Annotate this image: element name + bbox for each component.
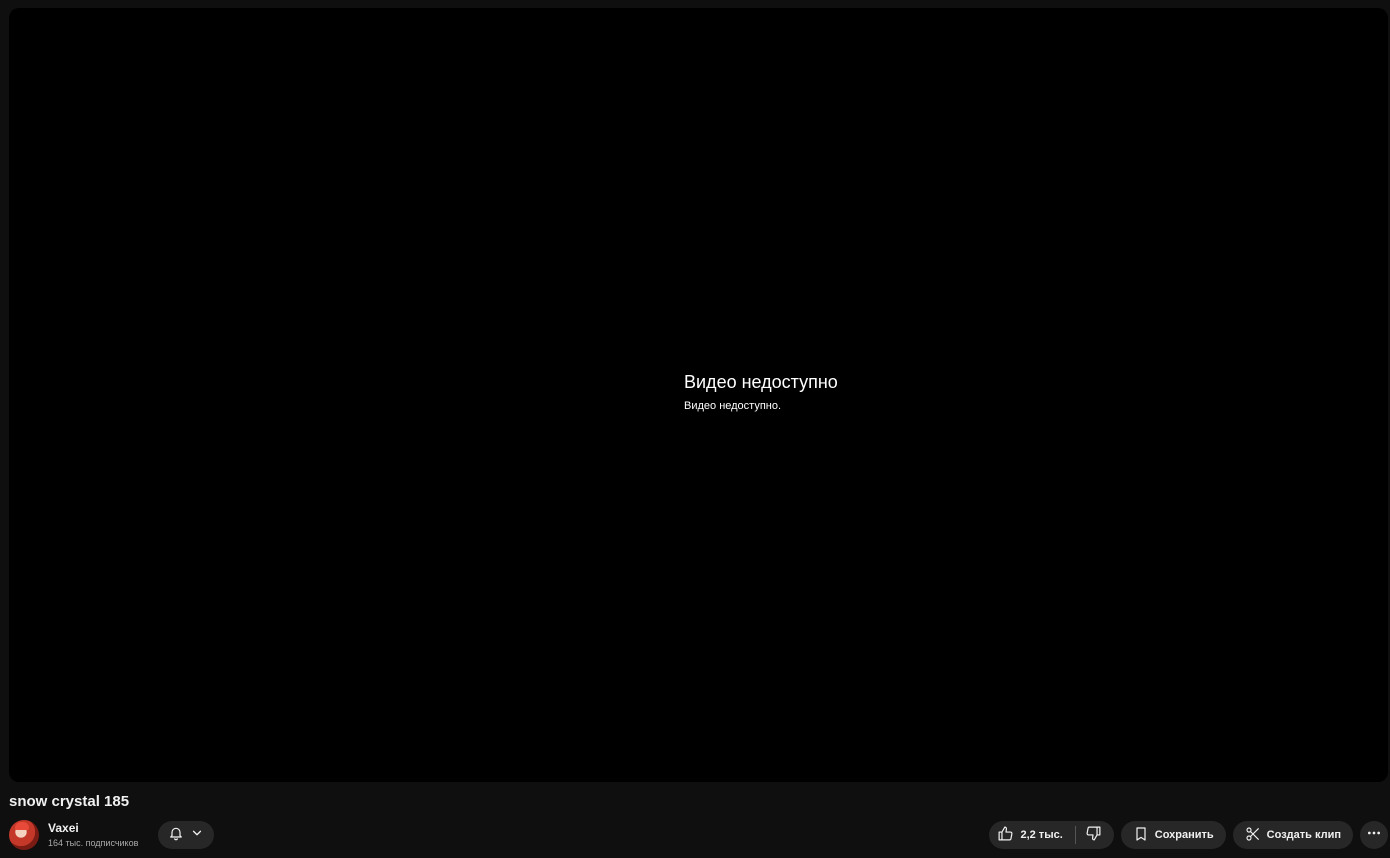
- channel-name[interactable]: Vaxei: [48, 820, 138, 836]
- like-button[interactable]: 2,2 тыс.: [989, 821, 1074, 849]
- save-label: Сохранить: [1154, 829, 1214, 841]
- save-button[interactable]: Сохранить: [1120, 821, 1226, 849]
- bell-icon: [168, 825, 184, 846]
- actions-bar: 2,2 тыс. Сохранить Создать клип: [989, 821, 1388, 849]
- channel-info: Vaxei 164 тыс. подписчиков: [48, 820, 138, 850]
- like-count: 2,2 тыс.: [1020, 829, 1063, 841]
- video-player[interactable]: Видео недоступно Видео недоступно.: [9, 8, 1388, 782]
- channel-owner-row: Vaxei 164 тыс. подписчиков: [9, 818, 215, 852]
- scissors-icon: [1245, 826, 1261, 845]
- more-actions-button[interactable]: [1360, 821, 1388, 849]
- thumbs-down-icon: [1085, 825, 1102, 845]
- unavailable-title: Видео недоступно: [684, 372, 838, 392]
- like-dislike-group: 2,2 тыс.: [989, 821, 1114, 849]
- clip-label: Создать клип: [1266, 829, 1341, 841]
- video-title: snow crystal 185: [9, 793, 130, 810]
- video-unavailable-message: Видео недоступно Видео недоступно.: [684, 371, 838, 413]
- chevron-down-icon: [190, 826, 204, 845]
- bookmark-icon: [1133, 826, 1149, 845]
- notifications-button[interactable]: [158, 821, 215, 849]
- create-clip-button[interactable]: Создать клип: [1232, 821, 1353, 849]
- dislike-button[interactable]: [1076, 821, 1114, 849]
- more-horizontal-icon: [1366, 825, 1382, 846]
- subscriber-count: 164 тыс. подписчиков: [48, 838, 139, 848]
- unavailable-subtitle: Видео недоступно.: [684, 400, 782, 412]
- thumbs-up-icon: [997, 825, 1014, 845]
- channel-avatar[interactable]: [9, 820, 39, 850]
